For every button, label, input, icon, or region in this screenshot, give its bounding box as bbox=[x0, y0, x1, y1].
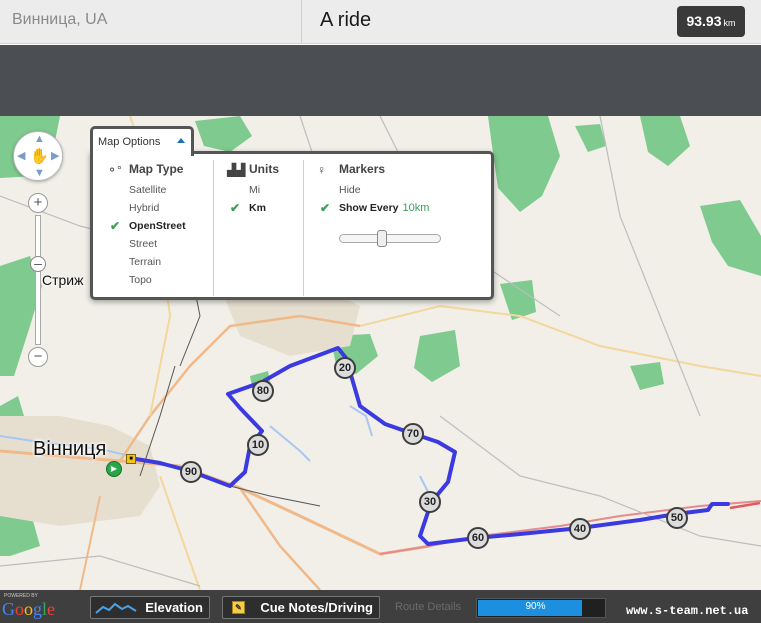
pan-left-icon[interactable]: ◀ bbox=[17, 151, 25, 162]
map-type-column: ⚬° Map Type Satellite Hybrid ✔ OpenStreet… bbox=[107, 160, 213, 290]
map-type-icon: ⚬° bbox=[107, 163, 122, 177]
marker-interval-slider[interactable] bbox=[339, 230, 441, 247]
google-logo: POWERED BY Google bbox=[2, 593, 56, 619]
elevation-button[interactable]: Elevation bbox=[90, 596, 210, 619]
km-marker-90[interactable]: 90 bbox=[180, 461, 202, 483]
ruler-icon: ▟▟ bbox=[227, 163, 246, 177]
check-icon: ✔ bbox=[110, 219, 121, 233]
map-options-tab[interactable]: Map Options bbox=[90, 126, 194, 156]
elevation-chart-icon bbox=[95, 601, 137, 615]
map-type-hybrid[interactable]: Hybrid bbox=[107, 200, 213, 218]
divider bbox=[303, 160, 304, 296]
marker-interval: 10km bbox=[402, 202, 430, 214]
urban-areas bbox=[0, 276, 360, 526]
map-type-openstreet[interactable]: ✔ OpenStreet bbox=[107, 218, 213, 236]
zoom-slider-thumb[interactable]: – bbox=[30, 256, 46, 272]
start-marker-icon[interactable]: ▶ bbox=[106, 461, 122, 477]
watermark: www.s-team.net.ua bbox=[626, 604, 749, 618]
pan-right-icon[interactable]: ▶ bbox=[51, 151, 59, 162]
km-marker-70[interactable]: 70 bbox=[402, 423, 424, 445]
markers-hide[interactable]: Hide bbox=[317, 182, 487, 200]
km-marker-60[interactable]: 60 bbox=[467, 527, 489, 549]
distance-badge: 93.93 km bbox=[677, 6, 745, 37]
map-type-topo[interactable]: Topo bbox=[107, 272, 213, 290]
village-label: Стриж bbox=[42, 272, 84, 288]
units-heading: Units bbox=[249, 162, 279, 176]
divider bbox=[213, 160, 214, 296]
markers-heading: Markers bbox=[339, 162, 386, 176]
toolbar-band bbox=[0, 45, 761, 116]
check-icon: ✔ bbox=[320, 201, 331, 215]
app-window: Винница, UA A ride 93.93 km Вінниця Стри… bbox=[0, 0, 761, 623]
map-type-heading: Map Type bbox=[129, 162, 184, 176]
markers-column: ♀ Markers Hide ✔ Show Every 10km bbox=[317, 160, 487, 247]
km-marker-10[interactable]: 10 bbox=[247, 434, 269, 456]
slider-knob[interactable] bbox=[376, 230, 387, 247]
location-field[interactable]: Винница, UA bbox=[0, 0, 302, 44]
route-title: A ride bbox=[320, 9, 372, 31]
progress-bar: 90% bbox=[476, 598, 606, 618]
pan-down-icon[interactable]: ▼ bbox=[34, 168, 45, 179]
route-title-field[interactable]: A ride bbox=[303, 0, 663, 44]
distance-unit: km bbox=[723, 18, 736, 28]
zoom-slider-track[interactable] bbox=[35, 215, 41, 345]
pan-control[interactable]: ▲ ▼ ◀ ▶ ✋ bbox=[13, 131, 63, 181]
map-options-panel: ⚬° Map Type Satellite Hybrid ✔ OpenStreet… bbox=[90, 151, 494, 300]
distance-value: 93.93 bbox=[686, 13, 722, 29]
units-km[interactable]: ✔ Km bbox=[227, 200, 301, 218]
route-details-link[interactable]: Route Details bbox=[395, 601, 461, 613]
map-type-terrain[interactable]: Terrain bbox=[107, 254, 213, 272]
zoom-in-button[interactable]: + bbox=[28, 193, 48, 213]
km-marker-50[interactable]: 50 bbox=[666, 507, 688, 529]
bottom-bar: POWERED BY Google Elevation ✎ Cue Notes/… bbox=[0, 590, 761, 623]
cue-notes-button[interactable]: ✎ Cue Notes/Driving bbox=[222, 596, 380, 619]
location-text: Винница, UA bbox=[12, 11, 108, 28]
caret-up-icon bbox=[177, 138, 185, 143]
map-options-label: Map Options bbox=[98, 136, 161, 148]
markers-show-every[interactable]: ✔ Show Every 10km bbox=[317, 200, 487, 218]
km-marker-30[interactable]: 30 bbox=[419, 491, 441, 513]
pin-icon: ♀ bbox=[317, 163, 326, 177]
progress-label: 90% bbox=[525, 601, 546, 612]
header-bar: Винница, UA A ride 93.93 km bbox=[0, 0, 761, 44]
pan-up-icon[interactable]: ▲ bbox=[34, 134, 45, 145]
km-marker-80[interactable]: 80 bbox=[252, 380, 274, 402]
note-icon: ✎ bbox=[232, 601, 245, 614]
hand-icon: ✋ bbox=[30, 148, 49, 165]
check-icon: ✔ bbox=[230, 201, 241, 215]
city-label: Вінниця bbox=[33, 438, 107, 460]
map-type-street[interactable]: Street bbox=[107, 236, 213, 254]
km-marker-20[interactable]: 20 bbox=[334, 357, 356, 379]
units-column: ▟▟ Units Mi ✔ Km bbox=[227, 160, 301, 218]
km-marker-40[interactable]: 40 bbox=[569, 518, 591, 540]
map-type-satellite[interactable]: Satellite bbox=[107, 182, 213, 200]
zoom-out-button[interactable]: − bbox=[28, 347, 48, 367]
end-marker-icon[interactable]: ■ bbox=[126, 454, 136, 464]
units-mi[interactable]: Mi bbox=[227, 182, 301, 200]
